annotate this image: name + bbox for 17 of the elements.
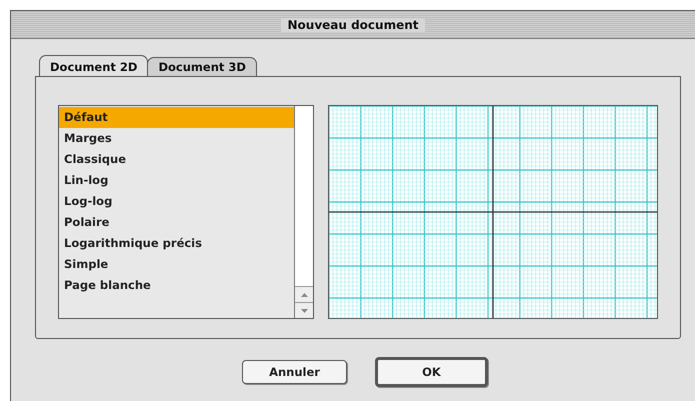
window-title: Nouveau document [281, 18, 425, 32]
list-item[interactable]: Défaut [59, 107, 294, 128]
scroll-down-icon[interactable] [295, 302, 313, 318]
list-item[interactable]: Marges [59, 128, 294, 149]
list-item[interactable]: Log-log [59, 191, 294, 212]
list-item[interactable]: Simple [59, 254, 294, 275]
list-item[interactable]: Classique [59, 149, 294, 170]
list-item[interactable]: Polaire [59, 212, 294, 233]
ok-button[interactable]: OK [375, 357, 488, 387]
list-item[interactable]: Logarithmique précis [59, 233, 294, 254]
cancel-button[interactable]: Annuler [242, 360, 347, 384]
tab[interactable]: Document 3D [147, 57, 257, 77]
list-item[interactable]: Lin-log [59, 170, 294, 191]
tab[interactable]: Document 2D [39, 55, 148, 77]
list-item[interactable]: Page blanche [59, 275, 294, 296]
scroll-up-icon[interactable] [295, 286, 313, 302]
scroll-bar[interactable] [294, 106, 313, 318]
